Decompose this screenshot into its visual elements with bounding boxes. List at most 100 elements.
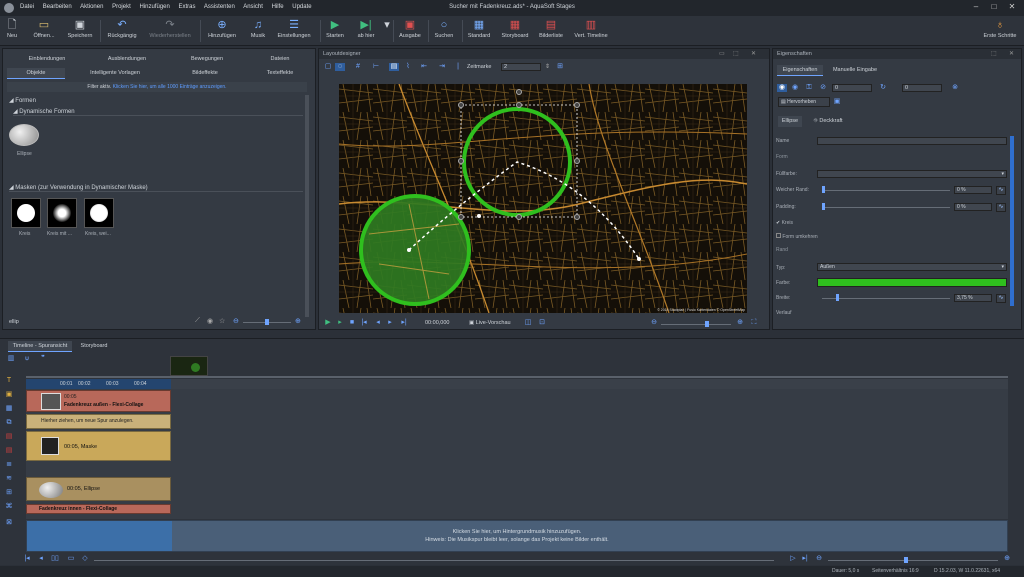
settings-button[interactable]: ☰ Einstellungen — [273, 19, 315, 45]
view-standard-button[interactable]: ▦ Standard — [464, 19, 494, 45]
stop-icon[interactable]: ■ — [347, 319, 357, 327]
save-button[interactable]: ▣ Speichern — [64, 19, 96, 45]
zeitmarke-input[interactable]: 2 — [501, 63, 541, 71]
lock-icon[interactable]: ⚿ — [804, 84, 814, 92]
stereo-icon[interactable]: ◫ — [523, 319, 533, 327]
start-button[interactable]: ▶ Starten — [322, 19, 348, 45]
snap-icon[interactable]: ▤ — [389, 63, 399, 71]
marker-icon[interactable]: ⍦ — [22, 355, 32, 363]
padding-handle[interactable] — [822, 203, 825, 210]
border-width-curve-icon[interactable]: ∿ — [996, 294, 1006, 303]
select-mode-icon[interactable]: ◌ — [335, 63, 345, 71]
tab-storyboard[interactable]: Storyboard — [74, 341, 114, 352]
border-color-picker[interactable] — [817, 278, 1007, 287]
properties-scrollbar[interactable] — [1010, 136, 1014, 306]
section-forms[interactable]: ◢ Formen — [9, 97, 36, 104]
add-button[interactable]: ⊕ Hinzufügen — [203, 19, 241, 45]
name-input[interactable] — [817, 137, 1007, 145]
mask-kreis-weich[interactable] — [84, 198, 114, 228]
layer-tool-icon[interactable]: ⊞ — [4, 489, 14, 497]
mask-tool-icon[interactable]: ⌘ — [4, 503, 14, 511]
arrange-icon[interactable]: ⇤ — [419, 63, 429, 71]
maximize-icon[interactable]: □ — [988, 2, 1000, 14]
tab-manuelle-eingabe[interactable]: Manuelle Eingabe — [825, 65, 885, 76]
border-width-handle[interactable] — [836, 294, 839, 301]
live-preview-toggle[interactable]: ▣ Live-Vorschau — [469, 320, 511, 326]
thumb-size-slider-handle[interactable] — [265, 319, 269, 325]
tab-bildeffekte[interactable]: Bildeffekte — [163, 68, 247, 79]
prev-clip-icon[interactable]: ◂ — [36, 555, 46, 563]
tab-texteffekte[interactable]: Texteffekte — [247, 68, 313, 79]
step-back-icon[interactable]: |◂ — [359, 319, 369, 327]
preview-zoom-slider[interactable] — [661, 324, 731, 325]
padding-curve-icon[interactable]: ∿ — [996, 203, 1006, 212]
grid-icon[interactable]: # — [353, 63, 363, 71]
close-icon[interactable]: ✕ — [1006, 2, 1018, 14]
view-vertical-timeline-button[interactable]: ▥ Vert. Timeline — [570, 19, 612, 45]
type-dropdown[interactable]: Außen ▾ — [817, 263, 1007, 271]
minimize-icon[interactable]: – — [970, 2, 982, 14]
zoom-in-icon[interactable]: ⊕ — [295, 317, 301, 325]
menu-update[interactable]: Update — [292, 4, 311, 10]
play-from-here-button[interactable]: ▶| ab hier — [352, 19, 380, 45]
invert-form-checkbox[interactable]: Form umkehren — [776, 233, 1009, 240]
play-dropdown-arrow[interactable]: ▾ — [381, 19, 390, 45]
view-storyboard-button[interactable]: ▦ Storyboard — [497, 19, 533, 45]
new-track-drop-zone[interactable]: Hierher ziehen, um neue Spur anzulegen. — [26, 414, 171, 429]
menu-bearbeiten[interactable]: Bearbeiten — [43, 4, 72, 10]
undo-button[interactable]: ↶ Rückgängig — [102, 19, 142, 45]
save-preset-icon[interactable]: ▣ — [832, 98, 842, 106]
tab-timeline[interactable]: Timeline - Spuransicht — [8, 341, 72, 352]
rotation-input[interactable]: 0 — [832, 84, 872, 92]
tab-dateien[interactable]: Dateien — [247, 54, 313, 65]
collage-tool-icon[interactable]: ▦ — [4, 405, 14, 413]
add-marker-icon[interactable]: ⊞ — [555, 63, 565, 71]
fullscreen-icon[interactable]: ⛶ — [749, 319, 759, 327]
soft-edge-curve-icon[interactable]: ∿ — [996, 186, 1006, 195]
timeline-ruler[interactable]: 00:01 00:02 00:03 00:04 — [26, 379, 1008, 389]
flexi-tool-icon[interactable]: ▤ — [4, 447, 14, 455]
track-maske[interactable]: 00:05, Maske — [26, 431, 171, 461]
border-width-input[interactable]: 3,75 % — [954, 294, 992, 302]
subtab-ellipse[interactable]: Ellipse — [778, 116, 802, 127]
view-toggle-icon[interactable]: ◉ — [777, 84, 787, 92]
preview-zoom-out-icon[interactable]: ⊖ — [649, 319, 659, 327]
timeline-zoom-in-icon[interactable]: ⊕ — [1002, 555, 1012, 563]
hide-icon[interactable]: ⊘ — [818, 84, 828, 92]
show-all-link[interactable]: Klicken Sie hier, um alle 1000 Einträge … — [113, 84, 227, 90]
soft-edge-slider[interactable] — [822, 190, 950, 191]
menu-hilfe[interactable]: Hilfe — [272, 4, 284, 10]
film-icon[interactable]: ▥ — [6, 355, 16, 363]
clear-search-icon[interactable]: ⟋ — [195, 317, 200, 325]
image-tool-icon[interactable]: ▣ — [4, 391, 14, 399]
menu-hinzufuegen[interactable]: Hinzufügen — [139, 4, 169, 10]
track-ellipse[interactable]: 00:05, Ellipse — [26, 477, 171, 501]
align-icon[interactable]: ⊢ — [371, 63, 381, 71]
scroll-end-icon[interactable]: ▸| — [800, 555, 810, 563]
tab-bewegungen[interactable]: Bewegungen — [167, 54, 247, 65]
visibility-icon[interactable]: ◉ — [790, 84, 800, 92]
text-tool-icon[interactable]: T — [4, 377, 14, 385]
toolbox-search-input[interactable]: ellip — [5, 317, 191, 327]
first-steps-button[interactable]: ♁ Erste Schritte — [978, 19, 1022, 45]
panel-menu-icon[interactable]: ▭ — [719, 50, 725, 57]
zoom-out-icon[interactable]: ⊖ — [233, 317, 239, 325]
prev-icon[interactable]: ◂ — [373, 319, 383, 327]
highlight-preset-dropdown[interactable]: ▤ Hervorheben — [778, 97, 830, 107]
open-button[interactable]: ▭ Öffnen... — [30, 19, 58, 45]
delete-icon[interactable]: ⊗ — [950, 84, 960, 92]
border-width-slider[interactable] — [822, 298, 950, 299]
soft-edge-input[interactable]: 0 % — [954, 186, 992, 194]
properties-close-icon[interactable]: ✕ — [1009, 50, 1014, 57]
value-input[interactable]: 0 — [902, 84, 942, 92]
tab-intelligente-vorlagen[interactable]: Intelligente Vorlagen — [67, 68, 163, 79]
mask-kreis[interactable] — [11, 198, 41, 228]
section-masks[interactable]: ◢ Masken (zur Verwendung in Dynamischer … — [9, 184, 303, 192]
mask-kreis-mit[interactable] — [47, 198, 77, 228]
menu-extras[interactable]: Extras — [178, 4, 195, 10]
crop-icon[interactable]: ▢ — [323, 63, 333, 71]
ellipse-item[interactable]: Ellipse — [9, 124, 41, 160]
effect-tool-icon[interactable]: ≣ — [4, 461, 14, 469]
motion-tool-icon[interactable]: ≋ — [4, 475, 14, 483]
timeline-scrollbar[interactable] — [94, 560, 774, 561]
